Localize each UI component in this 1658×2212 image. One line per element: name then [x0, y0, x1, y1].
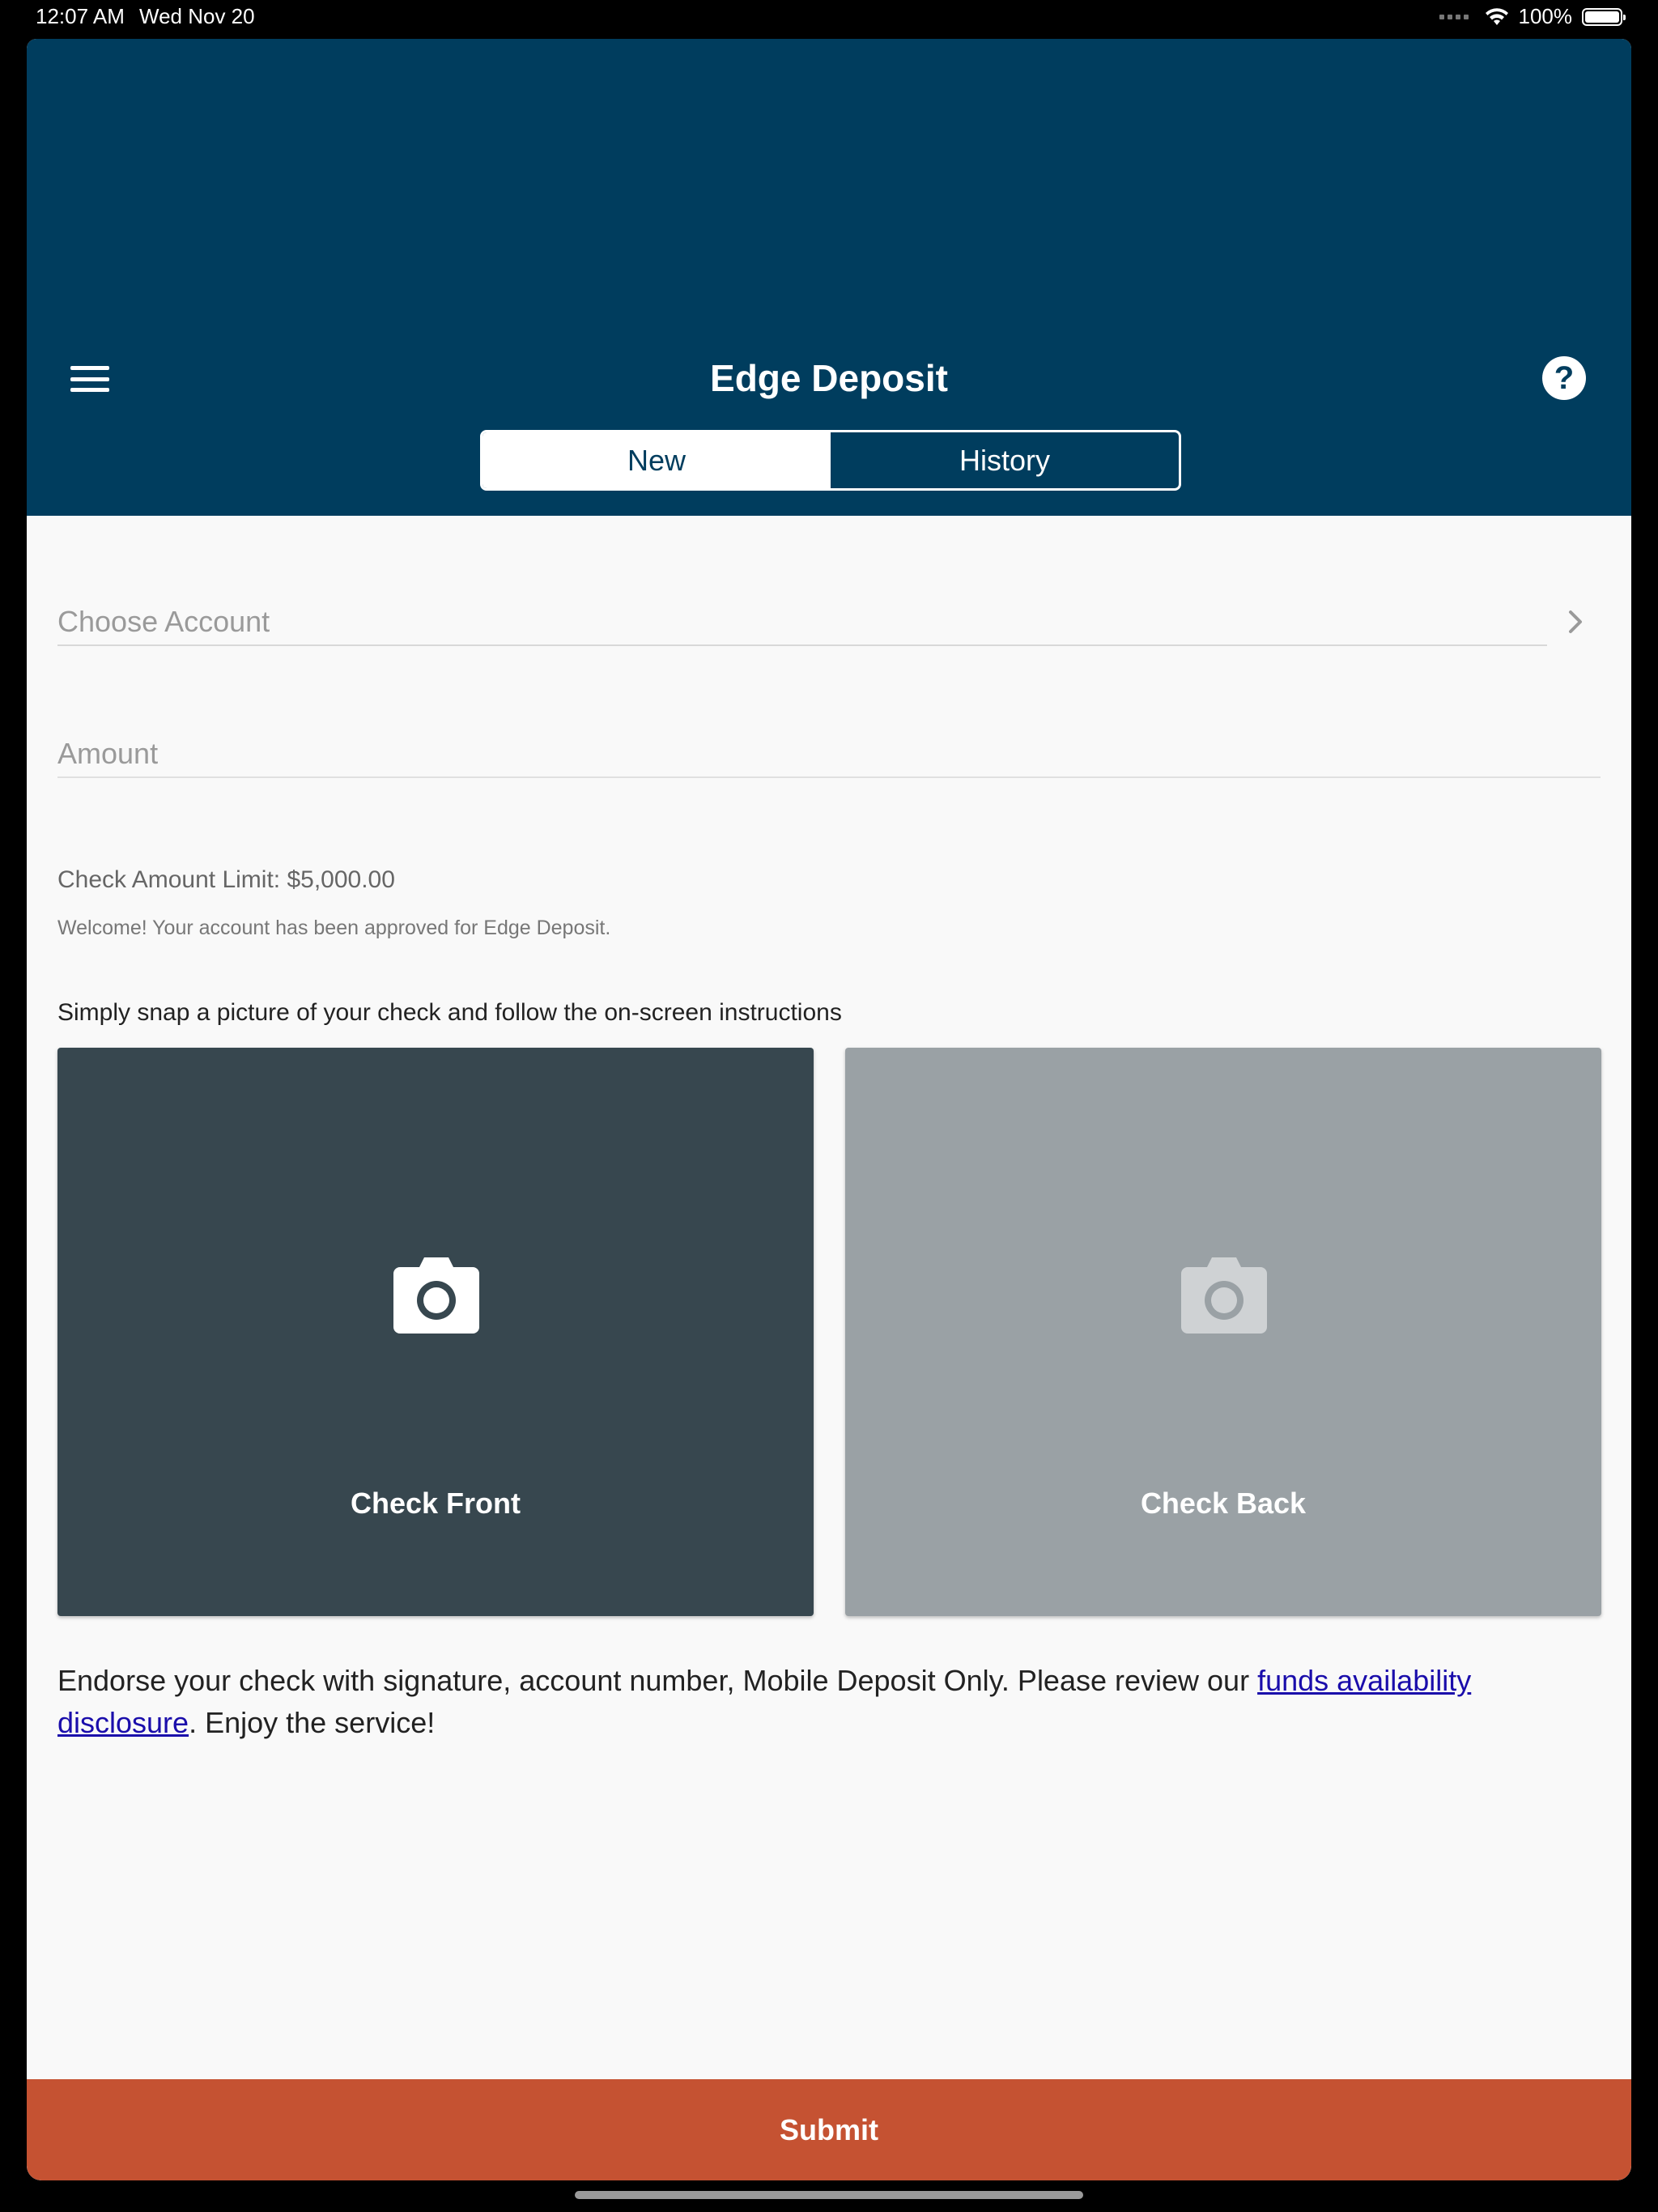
endorse-text-after: . Enjoy the service! — [189, 1706, 436, 1739]
home-indicator[interactable] — [575, 2191, 1083, 2199]
choose-account-placeholder: Choose Account — [57, 605, 270, 638]
battery-percent: 100% — [1518, 4, 1573, 28]
tab-history[interactable]: History — [831, 432, 1179, 488]
wifi-icon — [1485, 7, 1508, 25]
status-indicators: 100% — [1439, 4, 1626, 29]
endorse-text-before: Endorse your check with signature, accou… — [57, 1664, 1258, 1697]
page-title: Edge Deposit — [710, 357, 948, 399]
camera-icon — [1181, 1257, 1267, 1334]
question-circle-icon[interactable]: ? — [1542, 356, 1586, 400]
endorse-instructions: Endorse your check with signature, accou… — [57, 1660, 1563, 1744]
instructions-text: Simply snap a picture of your check and … — [57, 999, 842, 1026]
submit-button[interactable]: Submit — [27, 2079, 1631, 2180]
app-window: Edge Deposit ? New History Choose Accoun… — [27, 39, 1631, 2180]
header: Edge Deposit ? New History — [27, 39, 1631, 516]
camera-icon — [393, 1257, 479, 1334]
status-time: 12:07 AM — [36, 4, 125, 28]
amount-field — [57, 731, 1601, 778]
check-front-label: Check Front — [350, 1487, 521, 1520]
battery-icon — [1582, 7, 1626, 26]
check-front-button[interactable]: Check Front — [57, 1048, 814, 1616]
cellular-dots-icon — [1439, 14, 1469, 19]
check-back-label: Check Back — [1140, 1487, 1307, 1520]
tab-new[interactable]: New — [483, 432, 831, 488]
choose-account-field[interactable]: Choose Account — [57, 598, 1547, 646]
chevron-right-icon[interactable] — [1559, 606, 1592, 638]
segmented-control: New History — [480, 430, 1181, 491]
welcome-message: Welcome! Your account has been approved … — [57, 917, 611, 939]
status-bar: 12:07 AM Wed Nov 20 100% — [0, 0, 1658, 39]
status-date: Wed Nov 20 — [139, 4, 255, 28]
amount-input[interactable] — [57, 731, 1601, 776]
check-back-button[interactable]: Check Back — [845, 1048, 1601, 1616]
check-amount-limit: Check Amount Limit: $5,000.00 — [57, 866, 395, 893]
